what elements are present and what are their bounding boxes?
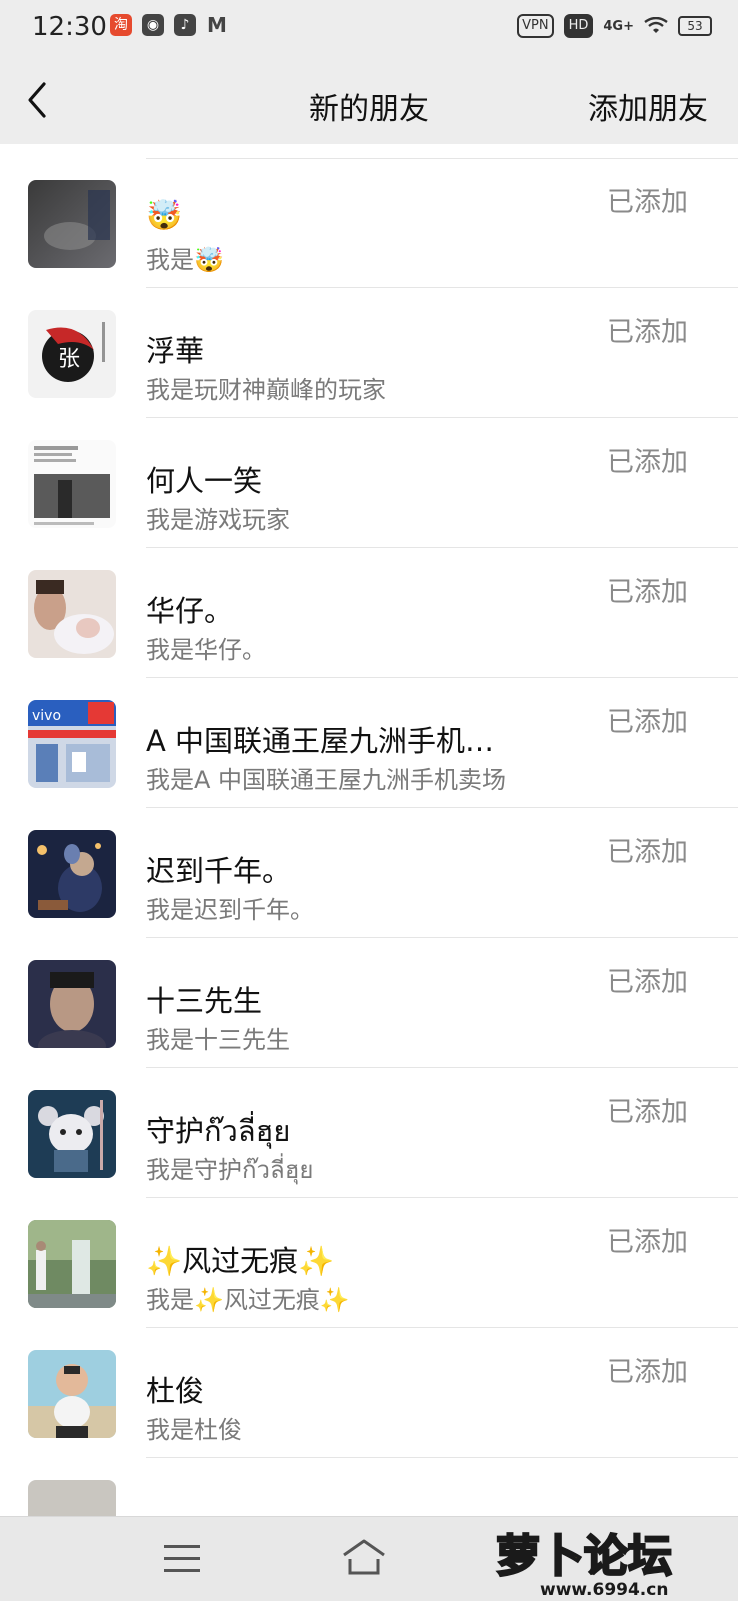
friend-name: 🤯 [146, 198, 183, 232]
added-status: 已添加 [607, 1227, 688, 1258]
friend-name: 守护ก๊วลี่ฮุย [146, 1114, 291, 1148]
forum-watermark-logo: 萝卜论坛 www.6994.cn [495, 1530, 673, 1600]
friend-row[interactable]: 张 浮華 我是玩财神巅峰的玩家 已添加 [0, 288, 738, 418]
wifi-icon [644, 17, 668, 33]
added-status: 已添加 [607, 1097, 688, 1128]
friend-greeting: 我是守护ก๊วลี่ฮุย [146, 1156, 314, 1184]
weibo-icon: ◉ [142, 14, 164, 36]
avatar[interactable]: 张 [28, 310, 116, 398]
friend-row[interactable]: 杜俊 我是杜俊 已添加 [0, 1328, 738, 1458]
avatar[interactable] [28, 1350, 116, 1438]
svg-text:www.6994.cn: www.6994.cn [540, 1580, 668, 1600]
svg-text:vivo: vivo [32, 708, 61, 724]
avatar[interactable] [28, 830, 116, 918]
vpn-indicator: VPN [517, 14, 554, 38]
avatar[interactable]: vivo [28, 700, 116, 788]
friend-greeting: 我是🤯 [146, 246, 224, 274]
added-status: 已添加 [607, 967, 688, 998]
avatar[interactable] [28, 960, 116, 1048]
friend-row[interactable]: 🤯 我是🤯 已添加 [0, 158, 738, 288]
home-icon[interactable] [340, 1537, 388, 1577]
friend-name: 迟到千年。 [146, 854, 292, 888]
friend-name: 浮華 [146, 334, 205, 368]
friend-row[interactable]: vivo A 中国联通王屋九洲手机… 我是A 中国联通王屋九洲手机卖场 已添加 [0, 678, 738, 808]
status-time: 12:30 [32, 12, 107, 42]
added-status: 已添加 [607, 707, 688, 738]
friend-row[interactable]: ✨风过无痕✨ 我是✨风过无痕✨ 已添加 [0, 1198, 738, 1328]
friend-name: 十三先生 [146, 984, 263, 1018]
added-status: 已添加 [607, 837, 688, 868]
friend-name: 华仔。 [146, 594, 234, 628]
avatar[interactable] [28, 570, 116, 658]
svg-text:张: 张 [58, 347, 80, 372]
avatar[interactable] [28, 180, 116, 268]
network-indicator: 4G+ [603, 18, 634, 34]
avatar[interactable] [28, 1480, 116, 1516]
add-friend-button[interactable]: 添加朋友 [588, 84, 708, 128]
avatar[interactable] [28, 1090, 116, 1178]
friend-name: 何人一笑 [146, 464, 263, 498]
system-nav-bar: 萝卜论坛 www.6994.cn [0, 1516, 738, 1601]
mail-icon: M [207, 13, 227, 37]
friend-row[interactable]: 华仔。 我是华仔。 已添加 [0, 548, 738, 678]
status-app-icons: 淘 ◉ ♪ M [110, 14, 228, 36]
added-status: 已添加 [607, 447, 688, 478]
friend-row[interactable]: 守护ก๊วลี่ฮุย 我是守护ก๊วลี่ฮุย 已添加 [0, 1068, 738, 1198]
added-status: 已添加 [607, 1357, 688, 1388]
friend-name: A 中国联通王屋九洲手机… [146, 724, 495, 758]
status-indicators: VPN HD 4G+ 53 [517, 14, 712, 38]
nav-bar: 新的朋友 添加朋友 [0, 56, 738, 144]
friend-row[interactable]: 十三先生 我是十三先生 已添加 [0, 938, 738, 1068]
menu-icon[interactable] [164, 1543, 200, 1575]
friend-greeting: 我是十三先生 [146, 1026, 290, 1054]
added-status: 已添加 [607, 187, 688, 218]
avatar[interactable] [28, 440, 116, 528]
friend-row[interactable]: 迟到千年。 我是迟到千年。 已添加 [0, 808, 738, 938]
tiktok-icon: ♪ [174, 14, 196, 36]
friend-greeting: 我是迟到千年。 [146, 896, 314, 924]
battery-indicator: 53 [678, 16, 712, 36]
friend-greeting: 我是游戏玩家 [146, 506, 290, 534]
hd-indicator: HD [563, 14, 594, 38]
svg-text:萝卜论坛: 萝卜论坛 [496, 1531, 672, 1582]
added-status: 已添加 [607, 317, 688, 348]
status-bar: 12:30 淘 ◉ ♪ M VPN HD 4G+ 53 [0, 0, 738, 56]
friend-greeting: 我是✨风过无痕✨ [146, 1286, 350, 1314]
friend-greeting: 我是华仔。 [146, 636, 266, 664]
friend-greeting: 我是玩财神巅峰的玩家 [146, 376, 386, 404]
added-status: 已添加 [607, 577, 688, 608]
friend-greeting: 我是A 中国联通王屋九洲手机卖场 [146, 766, 507, 794]
new-friends-list: 🤯 我是🤯 已添加 张 浮華 我是玩财神巅峰的玩家 已添加 何人一笑 我是游戏玩… [0, 144, 738, 1516]
friend-greeting: 我是杜俊 [146, 1416, 242, 1444]
friend-name: 杜俊 [146, 1374, 205, 1408]
friend-row-partial[interactable] [0, 1458, 738, 1516]
avatar[interactable] [28, 1220, 116, 1308]
friend-row[interactable]: 何人一笑 我是游戏玩家 已添加 [0, 418, 738, 548]
taobao-icon: 淘 [110, 14, 132, 36]
friend-name: ✨风过无痕✨ [146, 1244, 335, 1278]
